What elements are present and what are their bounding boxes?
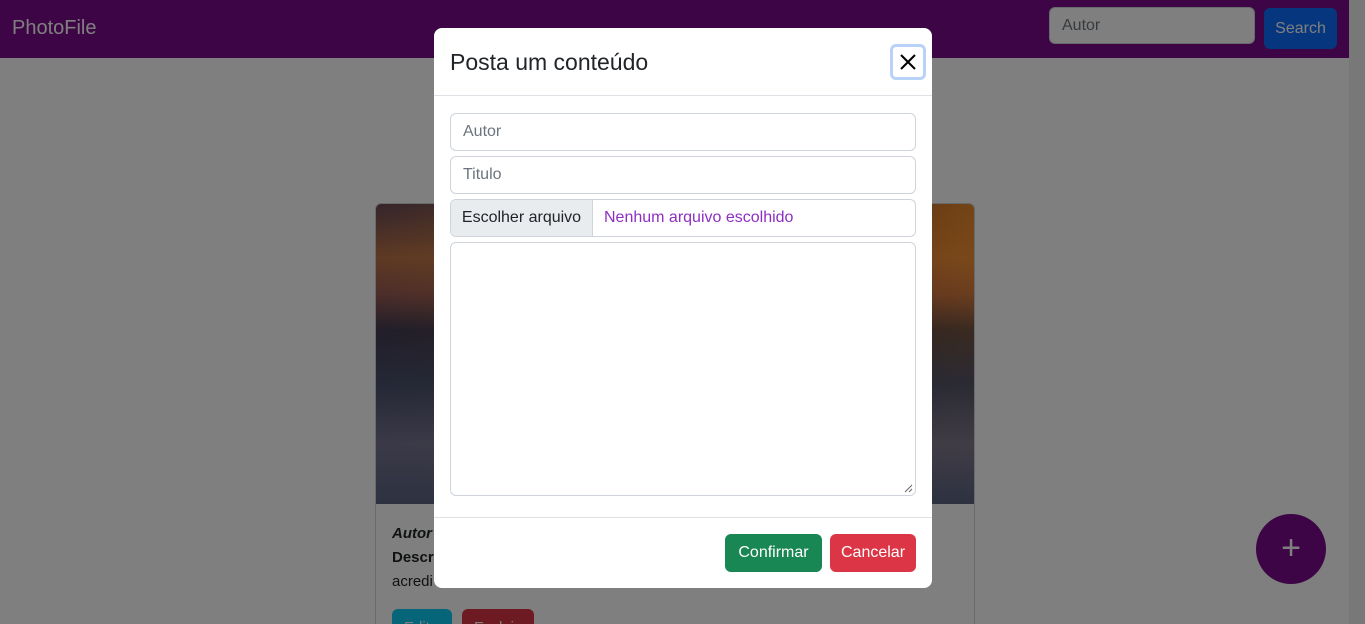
close-icon bbox=[900, 54, 916, 70]
cancel-button[interactable]: Cancelar bbox=[830, 534, 916, 572]
file-input[interactable]: Escolher arquivo Nenhum arquivo escolhid… bbox=[450, 199, 916, 237]
resize-grip-icon[interactable] bbox=[904, 484, 913, 493]
choose-file-button[interactable]: Escolher arquivo bbox=[451, 200, 593, 236]
post-content-modal: Posta um conteúdo Autor Titulo Escolher … bbox=[434, 28, 932, 588]
modal-header: Posta um conteúdo bbox=[434, 28, 932, 96]
modal-title: Posta um conteúdo bbox=[450, 49, 649, 75]
author-input[interactable]: Autor bbox=[450, 113, 916, 151]
modal-footer: Confirmar Cancelar bbox=[434, 517, 932, 588]
file-status-text: Nenhum arquivo escolhido bbox=[604, 209, 794, 226]
content-textarea[interactable] bbox=[450, 242, 916, 496]
title-input[interactable]: Titulo bbox=[450, 156, 916, 194]
page: PhotoFile Autor Search Autor Descr acred… bbox=[0, 0, 1365, 624]
close-button[interactable] bbox=[890, 44, 926, 80]
confirm-button[interactable]: Confirmar bbox=[725, 534, 822, 572]
